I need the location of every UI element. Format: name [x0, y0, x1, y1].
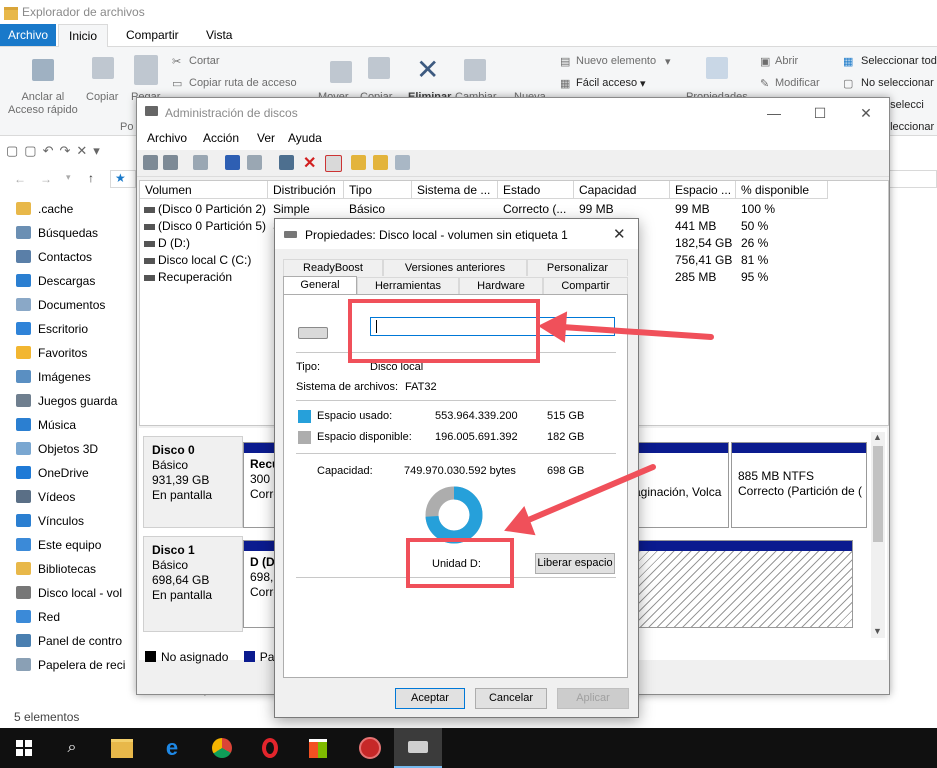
arrow-line	[559, 324, 714, 340]
arrow-head	[537, 311, 568, 343]
store-logo	[309, 738, 327, 758]
folder-icon	[111, 738, 133, 758]
edge-icon[interactable]: e	[148, 728, 196, 768]
store-icon[interactable]	[294, 728, 342, 768]
file-explorer-taskbar-button[interactable]	[98, 728, 146, 768]
opera-logo	[262, 738, 278, 758]
taskbar: ⌕ e	[0, 728, 937, 768]
windows-icon	[16, 740, 32, 756]
start-button[interactable]	[0, 728, 48, 768]
annotation-arrows	[504, 311, 714, 536]
chrome-logo	[212, 738, 232, 758]
media-logo	[359, 737, 381, 759]
arrow-head	[504, 506, 536, 536]
media-app-icon[interactable]	[346, 728, 394, 768]
chrome-icon[interactable]	[198, 728, 246, 768]
disk-management-taskbar-button[interactable]	[394, 728, 442, 768]
disk-management-icon	[408, 741, 428, 753]
opera-icon[interactable]	[246, 728, 294, 768]
arrow-line	[523, 464, 656, 524]
search-icon[interactable]: ⌕	[48, 728, 96, 768]
